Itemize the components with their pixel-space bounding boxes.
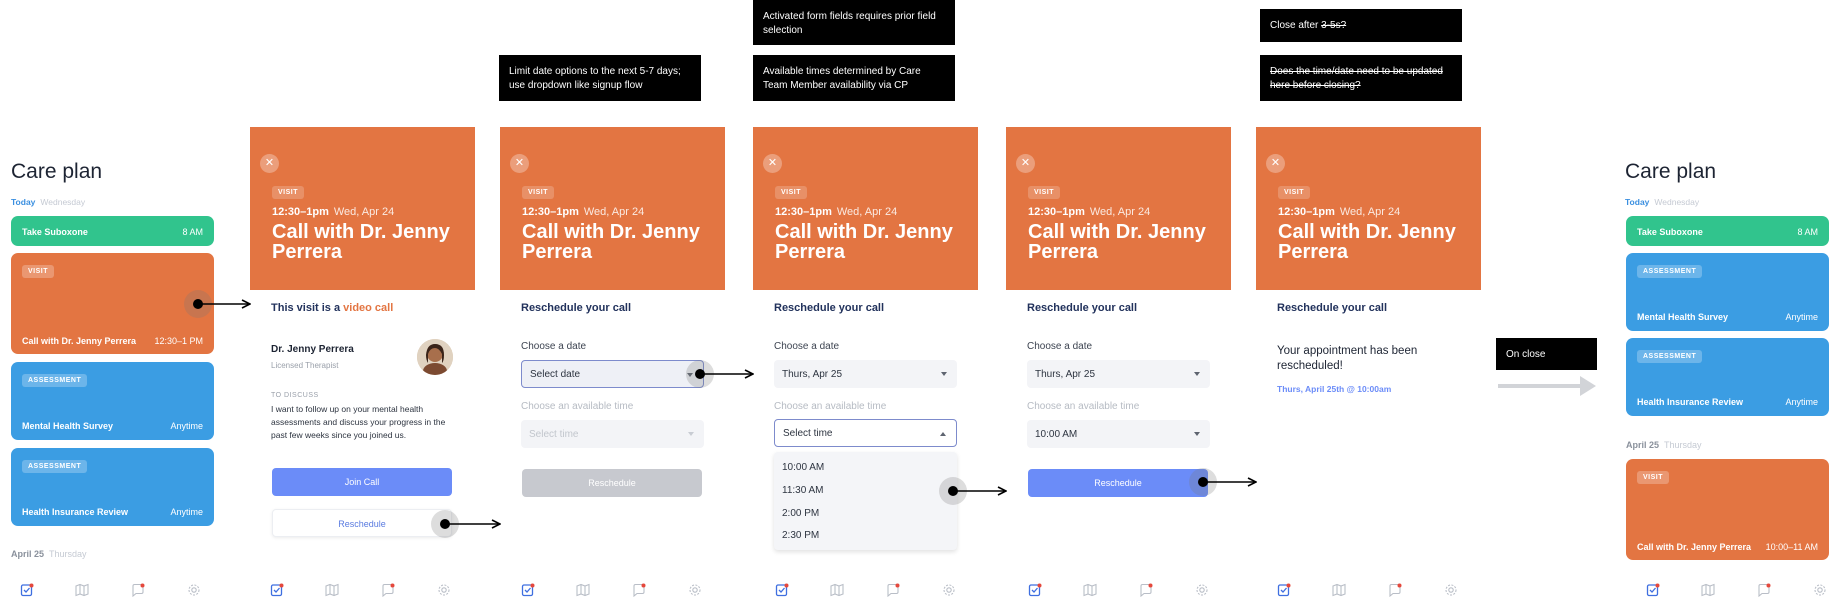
checklist-icon[interactable] xyxy=(1028,583,1042,597)
bottom-tab-bar xyxy=(775,583,960,598)
chat-icon[interactable] xyxy=(131,583,145,598)
checklist-icon[interactable] xyxy=(775,583,789,597)
chat-icon[interactable] xyxy=(632,583,646,598)
bottom-tab-bar xyxy=(20,583,205,598)
map-icon[interactable] xyxy=(830,583,844,597)
bottom-tab-bar xyxy=(270,583,455,598)
chat-icon[interactable] xyxy=(1757,583,1771,598)
map-icon[interactable] xyxy=(75,583,89,597)
map-icon[interactable] xyxy=(576,583,590,597)
checklist-icon[interactable] xyxy=(521,583,535,597)
bottom-tab-bar xyxy=(1277,583,1462,598)
chat-icon[interactable] xyxy=(1388,583,1402,598)
checklist-icon[interactable] xyxy=(270,583,284,597)
checklist-icon[interactable] xyxy=(20,583,34,597)
gear-icon[interactable] xyxy=(437,583,451,597)
map-icon[interactable] xyxy=(1701,583,1715,597)
gear-icon[interactable] xyxy=(1195,583,1209,597)
bottom-tab-bar xyxy=(521,583,706,598)
gear-icon[interactable] xyxy=(1444,583,1458,597)
gear-icon[interactable] xyxy=(688,583,702,597)
bottom-tab-bar xyxy=(1646,583,1831,598)
checklist-icon[interactable] xyxy=(1277,583,1291,597)
chat-icon[interactable] xyxy=(1139,583,1153,598)
gear-icon[interactable] xyxy=(187,583,201,597)
chat-icon[interactable] xyxy=(886,583,900,598)
bottom-tab-bar xyxy=(1028,583,1213,598)
map-icon[interactable] xyxy=(325,583,339,597)
gear-icon[interactable] xyxy=(942,583,956,597)
chat-icon[interactable] xyxy=(381,583,395,598)
checklist-icon[interactable] xyxy=(1646,583,1660,597)
flow-arrows xyxy=(198,0,1840,615)
map-icon[interactable] xyxy=(1083,583,1097,597)
gear-icon[interactable] xyxy=(1813,583,1827,597)
map-icon[interactable] xyxy=(1332,583,1346,597)
